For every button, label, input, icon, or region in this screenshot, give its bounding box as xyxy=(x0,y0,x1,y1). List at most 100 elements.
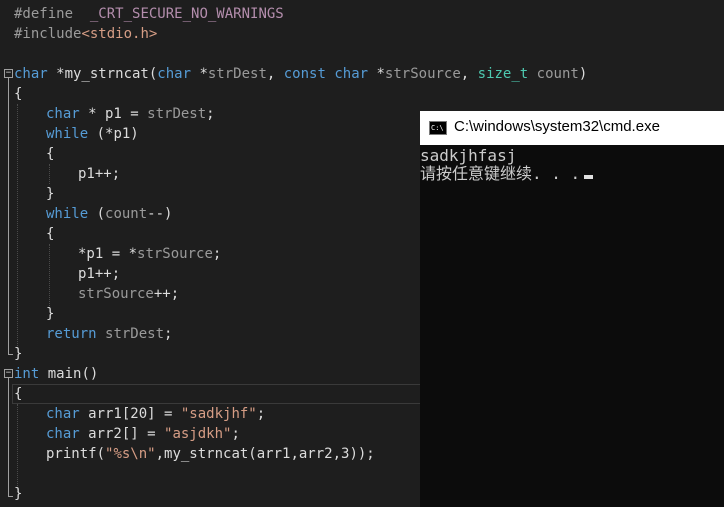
code-line-11[interactable]: while (count--) xyxy=(46,204,172,224)
code-text: arr1[20] = xyxy=(79,406,181,422)
text-cursor xyxy=(584,175,594,179)
code-text: *p1 = * xyxy=(78,246,138,262)
cmd-icon: C:\ xyxy=(429,121,447,135)
code-line-1[interactable]: #define _CRT_SECURE_NO_WARNINGS xyxy=(14,4,284,24)
code-line-14[interactable]: p1++; xyxy=(78,264,120,284)
code-line-8[interactable]: { xyxy=(46,144,54,164)
code-line-23[interactable]: printf("%s\n",my_strncat(arr1,arr2,3)); xyxy=(46,444,375,464)
parameter: strDest xyxy=(105,326,165,342)
code-line-16[interactable]: } xyxy=(46,304,54,324)
code-text: , xyxy=(460,66,478,82)
keyword: char xyxy=(334,66,369,82)
keyword: char xyxy=(46,426,80,442)
fold-end xyxy=(8,354,13,355)
string-literal: "%s\n" xyxy=(105,446,156,462)
code-line-9[interactable]: p1++; xyxy=(78,164,120,184)
code-line-2[interactable]: #include<stdio.h> xyxy=(14,24,157,44)
code-line-15[interactable]: strSource++; xyxy=(78,284,179,304)
indent-guide xyxy=(17,404,18,492)
code-text: arr2[] = xyxy=(79,426,165,442)
keyword: char xyxy=(157,66,192,82)
string-literal: "sadkjhf" xyxy=(180,406,257,422)
code-text: (*p1) xyxy=(88,126,139,142)
keyword: char xyxy=(46,406,80,422)
parameter: count xyxy=(536,66,579,82)
code-line-18[interactable]: } xyxy=(14,344,22,364)
preprocessor-directive: #define xyxy=(14,6,74,22)
fold-end xyxy=(8,496,13,497)
code-text: ) xyxy=(578,66,588,82)
macro-name: _CRT_SECURE_NO_WARNINGS xyxy=(89,6,284,22)
brace: { xyxy=(46,226,55,242)
code-text: , xyxy=(266,66,284,82)
code-line-19[interactable]: int main() xyxy=(14,364,98,384)
console-output[interactable]: sadkjhfasj 请按任意键继续. . . xyxy=(420,147,724,183)
console-title: C:\windows\system32\cmd.exe xyxy=(454,118,660,135)
code-text: ; xyxy=(212,246,222,262)
code-line-22[interactable]: char arr2[] = "asjdkh"; xyxy=(46,424,240,444)
brace: { xyxy=(14,86,23,102)
keyword: return xyxy=(46,326,97,342)
fold-line xyxy=(8,378,9,496)
code-line-4[interactable]: char *my_strncat(char *strDest, const ch… xyxy=(14,64,587,84)
code-text: main() xyxy=(39,366,99,382)
console-output-line: 请按任意键继续. . . xyxy=(420,165,724,183)
collapse-icon[interactable]: − xyxy=(4,369,13,378)
preprocessor-directive: #include xyxy=(14,26,82,42)
code-line-10[interactable]: } xyxy=(46,184,54,204)
code-text: ++; xyxy=(153,286,180,302)
brace: } xyxy=(14,486,23,502)
brace: { xyxy=(46,146,55,162)
code-text: ; xyxy=(256,406,266,422)
code-line-17[interactable]: return strDest; xyxy=(46,324,172,344)
string-literal: "asjdkh" xyxy=(164,426,232,442)
keyword: int xyxy=(14,366,40,382)
code-text: ; xyxy=(206,106,215,122)
parameter: strSource xyxy=(78,286,154,302)
code-text: ( xyxy=(88,206,106,222)
fold-line xyxy=(8,78,9,354)
include-path: <stdio.h> xyxy=(81,26,158,42)
console-titlebar[interactable]: C:\ C:\windows\system32\cmd.exe xyxy=(420,111,724,145)
console-window[interactable]: C:\ C:\windows\system32\cmd.exe sadkjhfa… xyxy=(420,111,724,507)
code-line-7[interactable]: while (*p1) xyxy=(46,124,139,144)
code-line-13[interactable]: *p1 = *strSource; xyxy=(78,244,221,264)
code-text: ; xyxy=(164,326,173,342)
code-line-25[interactable]: } xyxy=(14,484,22,504)
output-text: 请按任意键继续. . . xyxy=(420,164,581,183)
indent-guide xyxy=(49,244,50,308)
function-signature: *my_strncat( xyxy=(47,66,158,82)
code-line-12[interactable]: { xyxy=(46,224,54,244)
collapse-icon[interactable]: − xyxy=(4,69,13,78)
indent-guide xyxy=(17,104,18,348)
parameter: strDest xyxy=(207,66,267,82)
current-line-highlight xyxy=(12,384,432,404)
code-text: ,my_strncat(arr1,arr2,3)); xyxy=(155,446,375,462)
parameter: strSource xyxy=(137,246,213,262)
code-line-6[interactable]: char * p1 = strDest; xyxy=(46,104,215,124)
code-line-20[interactable]: { xyxy=(14,384,22,404)
indent-guide xyxy=(49,164,50,184)
keyword: char xyxy=(46,106,80,122)
brace: } xyxy=(46,186,55,202)
keyword: while xyxy=(46,206,89,222)
console-output-line: sadkjhfasj xyxy=(420,147,724,165)
code-text: ; xyxy=(231,426,240,442)
code-text: p1++; xyxy=(78,266,121,282)
code-text: * p1 = xyxy=(79,106,148,122)
brace: { xyxy=(14,386,23,402)
code-text: printf( xyxy=(46,446,106,462)
code-line-5[interactable]: { xyxy=(14,84,22,104)
output-text: sadkjhfasj xyxy=(420,146,517,165)
code-text: p1++; xyxy=(78,166,121,182)
parameter: strSource xyxy=(384,66,461,82)
type-name: size_t xyxy=(477,66,529,82)
parameter: count xyxy=(105,206,148,222)
code-text: * xyxy=(368,66,385,82)
code-text: * xyxy=(191,66,208,82)
code-line-21[interactable]: char arr1[20] = "sadkjhf"; xyxy=(46,404,265,424)
keyword: char xyxy=(14,66,48,82)
brace: } xyxy=(14,346,23,362)
code-text: --) xyxy=(147,206,173,222)
keyword: while xyxy=(46,126,89,142)
